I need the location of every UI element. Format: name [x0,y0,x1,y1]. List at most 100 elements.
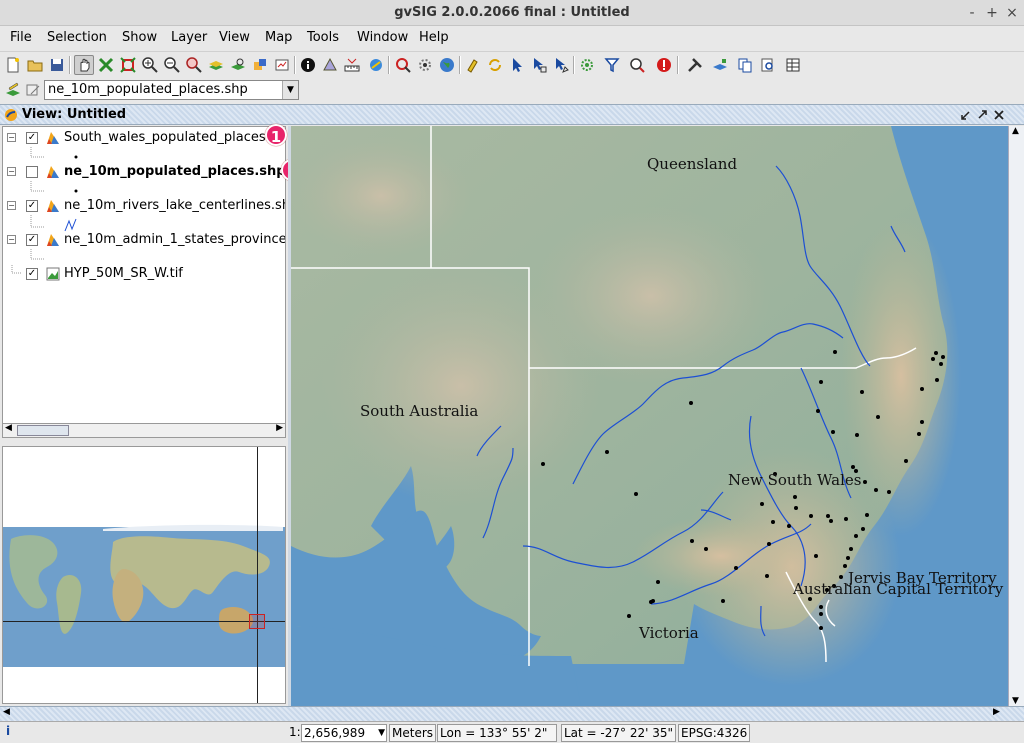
edit-layer-icon[interactable] [3,80,23,100]
collapse-toggle[interactable]: − [7,167,16,176]
menu-bar: File Selection Show Layer View Map Tools… [0,26,1024,50]
zoom-out-icon[interactable] [162,55,182,75]
menu-layer[interactable]: Layer [171,30,207,45]
layer-name: ne_10m_populated_places.shp [64,164,286,179]
layer-visibility-checkbox[interactable]: ✓ [26,234,38,246]
toc-layer-ne-populated-places[interactable]: − ne_10m_populated_places.shp [3,163,286,181]
scale-input[interactable]: 2,656,989 ▼ [301,724,387,742]
minimize-view-icon[interactable] [960,109,972,121]
new-project-icon[interactable] [3,55,23,75]
copy-icon[interactable] [735,55,755,75]
select-rect-arrow-icon[interactable] [529,55,549,75]
locator-icon[interactable] [272,55,292,75]
map-canvas[interactable]: Queensland South Australia New South Wal… [291,126,1009,706]
menu-help[interactable]: Help [419,30,449,45]
clean-selection-icon[interactable] [463,55,483,75]
locator-map[interactable] [2,446,286,704]
gear-icon[interactable] [577,55,597,75]
menu-show[interactable]: Show [122,30,157,45]
tools-icon[interactable] [685,55,705,75]
select-by-point-icon[interactable] [393,55,413,75]
layer-visibility-checkbox[interactable]: ✓ [26,200,38,212]
latitude-field: Lat = -27° 22' 35" [561,724,676,742]
invert-selection-icon[interactable] [485,55,505,75]
close-button[interactable]: × [1002,3,1022,23]
scrollbar-thumb[interactable] [17,425,69,436]
units-field: Meters [389,724,436,742]
select-poly-arrow-icon[interactable] [551,55,571,75]
menu-tools[interactable]: Tools [307,30,339,45]
collapse-toggle[interactable]: − [7,133,16,142]
info-icon[interactable] [298,55,318,75]
zoom-in-icon[interactable] [140,55,160,75]
map-horizontal-scrollbar[interactable]: ◀ ▶ [0,706,1024,721]
open-project-icon[interactable] [25,55,45,75]
scroll-up-icon[interactable]: ▲ [1012,126,1019,136]
scroll-left-icon[interactable]: ◀ [5,423,12,433]
map-vertical-scrollbar[interactable]: ▲ ▼ [1008,126,1024,706]
zoom-full-icon[interactable] [96,55,116,75]
active-layer-value: ne_10m_populated_places.shp [48,82,248,97]
toc-horizontal-scrollbar[interactable]: ◀ ▶ [2,423,286,438]
restore-view-icon[interactable] [976,109,988,121]
toc-layer-raster[interactable]: ✓ HYP_50M_SR_W.tif [3,265,285,283]
chevron-down-icon[interactable]: ▼ [378,725,385,741]
layer-visibility-checkbox[interactable]: ✓ [26,132,38,144]
menu-map[interactable]: Map [265,30,292,45]
title-bar: gvSIG 2.0.0.2066 final : Untitled - + × [0,0,1024,26]
view-title: View: Untitled [22,107,127,122]
minimize-button[interactable]: - [962,3,982,23]
measure-area-icon[interactable] [320,55,340,75]
maximize-button[interactable]: + [982,3,1002,23]
collapse-toggle[interactable]: − [7,235,16,244]
locator-extent-box [249,614,265,629]
view-icon [5,109,17,121]
scroll-down-icon[interactable]: ▼ [1012,696,1019,706]
scroll-right-icon[interactable]: ▶ [993,707,1000,717]
globe-icon[interactable] [437,55,457,75]
layer-zoom-icon[interactable] [228,55,248,75]
collapse-toggle[interactable]: − [7,201,16,210]
zoom-select-icon[interactable] [118,55,138,75]
longitude-field: Lon = 133° 55' 2" [437,724,557,742]
add-layer-icon[interactable] [710,55,730,75]
chevron-down-icon[interactable]: ▼ [282,81,298,99]
warning-icon[interactable] [654,55,674,75]
annotation-badge-1: 1 [265,124,287,146]
table-of-contents: − ✓ South_wales_populated_places − ne_10… [2,126,286,424]
menu-selection[interactable]: Selection [47,30,107,45]
table-icon[interactable] [783,55,803,75]
locator-crosshair-horizontal [3,621,285,622]
close-view-icon[interactable] [993,109,1005,121]
frames-icon[interactable] [250,55,270,75]
toc-layer-rivers[interactable]: − ✓ ne_10m_rivers_lake_centerlines.shp [3,197,285,215]
legend-polygon-symbol [30,249,45,260]
menu-view[interactable]: View [219,30,250,45]
filter-icon[interactable] [602,55,622,75]
window-title: gvSIG 2.0.0.2066 final : Untitled [394,5,630,20]
layer-name: HYP_50M_SR_W.tif [64,266,183,281]
vector-layer-icon [47,132,59,144]
layers-icon[interactable] [206,55,226,75]
active-layer-select[interactable]: ne_10m_populated_places.shp ▼ [44,80,299,100]
menu-file[interactable]: File [10,30,32,45]
epsg-field: EPSG:4326 [678,724,750,742]
select-arrow-icon[interactable] [507,55,527,75]
layer-visibility-checkbox[interactable] [26,166,38,178]
layer-properties-icon[interactable] [23,80,43,100]
select-by-polygon-icon[interactable] [415,55,435,75]
scroll-left-icon[interactable]: ◀ [3,707,10,717]
save-project-icon[interactable] [47,55,67,75]
zoom-layer-icon[interactable] [184,55,204,75]
hyperlink-icon[interactable] [366,55,386,75]
pan-hand-icon[interactable] [74,55,94,75]
status-bar: i 1: 2,656,989 ▼ Meters Lon = 133° 55' 2… [0,721,1024,743]
query-icon[interactable] [627,55,647,75]
toc-layer-admin-states[interactable]: − ✓ ne_10m_admin_1_states_provinces_ [3,231,285,249]
find-icon[interactable] [758,55,778,75]
menu-window[interactable]: Window [357,30,408,45]
toc-layer-south-wales[interactable]: − ✓ South_wales_populated_places [3,129,285,147]
measure-distance-icon[interactable] [342,55,362,75]
layer-visibility-checkbox[interactable]: ✓ [26,268,38,280]
scroll-right-icon[interactable]: ▶ [276,423,283,433]
